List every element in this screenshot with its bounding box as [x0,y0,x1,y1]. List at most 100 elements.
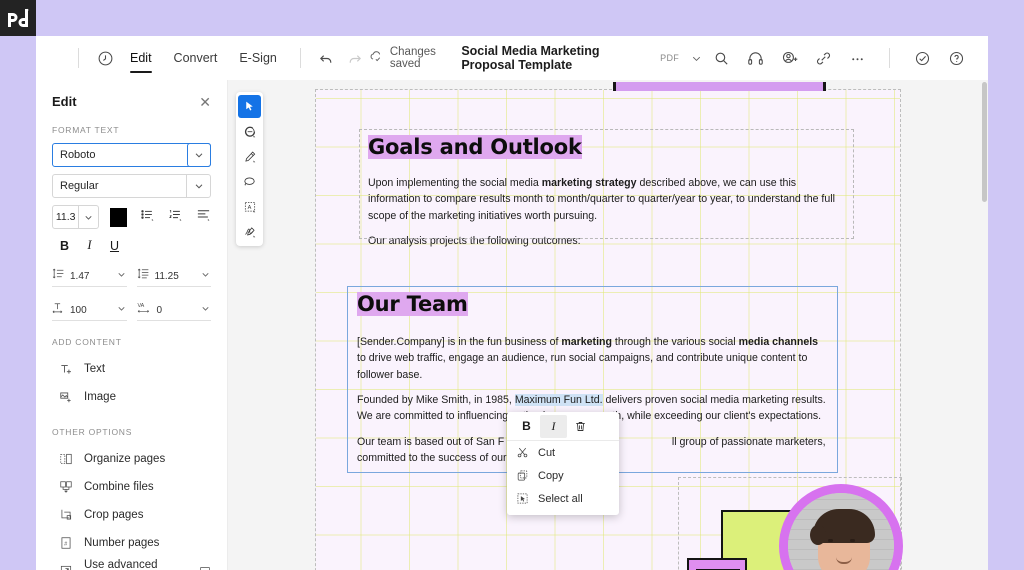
goals-p1-part1: Upon implementing the social media [368,177,542,189]
add-person-icon[interactable] [775,44,803,72]
divider [889,48,890,68]
size-color-list-row: 11.3 [52,205,211,229]
team-p1-part5: to drive web traffic, engage an audience… [357,352,807,380]
highlight-pen-icon[interactable] [238,145,261,168]
add-text-item[interactable]: Text [52,355,211,383]
combine-files-item[interactable]: Combine files [52,473,211,501]
goals-paragraph-1[interactable]: Upon implementing the social media marke… [368,175,845,224]
svg-text:#: # [64,541,67,547]
paragraph-spacing-field[interactable]: 11.25 [137,266,212,287]
chevron-down-icon[interactable] [187,143,211,167]
goals-heading-text: Goals and Outlook [368,135,582,159]
team-heading[interactable]: Our Team [357,293,827,316]
more-options-icon[interactable] [843,44,871,72]
align-text-icon[interactable] [196,207,211,227]
headset-support-icon[interactable] [741,44,769,72]
chevron-down-icon[interactable] [186,175,210,197]
horizontal-scale-field[interactable]: 100 [52,300,127,321]
horizontal-scale-icon [52,301,65,319]
trash-delete-icon[interactable] [567,415,594,438]
chevron-down-icon[interactable] [116,267,127,285]
text-color-swatch[interactable] [110,208,127,227]
cloud-check-icon [369,49,384,67]
context-italic-button[interactable]: I [540,415,567,438]
add-image-item[interactable]: Image [52,383,211,411]
bold-button[interactable]: B [52,239,77,253]
team-illustration-block[interactable] [679,478,901,570]
history-clock-icon[interactable] [91,44,119,72]
goals-p1-bold: marketing strategy [542,177,637,189]
help-question-icon[interactable] [942,44,970,72]
toolbar-left-group: Edit Convert E-Sign [36,36,369,80]
chevron-down-icon[interactable] [116,301,127,319]
chevron-down-icon[interactable] [200,301,211,319]
team-p2-part1: Founded by Mike Smith, in 1985, [357,394,515,406]
link-share-icon[interactable] [809,44,837,72]
tab-convert[interactable]: Convert [163,36,229,80]
chevron-down-icon[interactable] [78,206,98,228]
team-paragraph-1[interactable]: [Sender.Company] is in the fun business … [357,334,827,383]
combine-files-icon [59,480,73,494]
goals-heading[interactable]: Goals and Outlook [368,136,845,159]
document-title[interactable]: Social Media Marketing Proposal Template [461,44,650,72]
tab-esign[interactable]: E-Sign [228,36,288,80]
organize-pages-label: Organize pages [84,453,165,465]
font-family-value: Roboto [53,149,187,161]
team-member-avatar [779,484,903,570]
undo-arrow-icon[interactable] [313,44,341,72]
draw-lasso-icon[interactable] [238,170,261,193]
add-image-icon [59,390,73,404]
bulleted-list-icon[interactable] [140,207,155,227]
letter-spacing-value: 0 [157,305,196,316]
add-image-label: Image [84,391,116,403]
svg-text:VA: VA [137,303,144,309]
select-cursor-icon[interactable] [238,95,261,118]
team-p2-selected-text: Maximum Fun Ltd. [515,394,603,406]
team-p1-bold2: media channels [739,336,818,348]
font-style-select[interactable]: Regular [52,174,211,198]
goals-paragraph-2[interactable]: Our analysis projects the following outc… [368,233,845,249]
text-box-icon[interactable]: A [238,195,261,218]
context-menu-copy[interactable]: Copy [507,464,619,487]
line-height-field[interactable]: 1.47 [52,266,127,287]
font-size-select[interactable]: 11.3 [52,205,99,229]
organize-pages-item[interactable]: Organize pages [52,445,211,473]
done-check-icon[interactable] [908,44,936,72]
chevron-down-icon[interactable] [686,44,707,72]
divider [300,48,301,68]
cut-scissors-icon [516,446,529,459]
tab-edit[interactable]: Edit [119,36,163,80]
signature-icon[interactable] [238,220,261,243]
close-icon[interactable]: ✕ [199,95,211,109]
spacing-row-1: 1.47 11.25 [52,266,211,287]
save-status: Changes saved [369,46,444,70]
number-pages-label: Number pages [84,537,159,549]
vertical-scrollbar[interactable] [982,82,987,202]
context-menu-copy-label: Copy [538,470,564,482]
team-p1-bold1: marketing [561,336,612,348]
desktop-tools-icon [59,564,73,570]
comment-bubble-icon[interactable] [238,120,261,143]
chevron-down-icon[interactable] [200,267,211,285]
copy-icon [516,469,529,482]
context-menu-select-all[interactable]: Select all [507,487,619,510]
numbered-list-icon[interactable] [168,207,183,227]
crop-pages-item[interactable]: Crop pages [52,501,211,529]
context-bold-button[interactable]: B [513,415,540,438]
paragraph-spacing-value: 11.25 [155,271,196,282]
format-text-section-label: Format text [52,125,211,135]
italic-button[interactable]: I [77,238,102,253]
letter-spacing-field[interactable]: VA 0 [137,300,212,321]
goals-text-block[interactable]: Goals and Outlook Upon implementing the … [360,130,853,238]
crop-pages-label: Crop pages [84,509,143,521]
context-menu-cut[interactable]: Cut [507,441,619,464]
number-pages-item[interactable]: # Number pages [52,529,211,557]
underline-button[interactable]: U [102,239,127,253]
number-pages-icon: # [59,536,73,550]
save-status-label: Changes saved [390,46,444,70]
pd-logo[interactable] [0,0,36,36]
desktop-tools-item[interactable]: Use advanced desktop tools [52,557,211,570]
font-family-select[interactable]: Roboto [52,143,211,167]
context-menu-format-row: B I [507,412,619,441]
search-icon[interactable] [707,44,735,72]
